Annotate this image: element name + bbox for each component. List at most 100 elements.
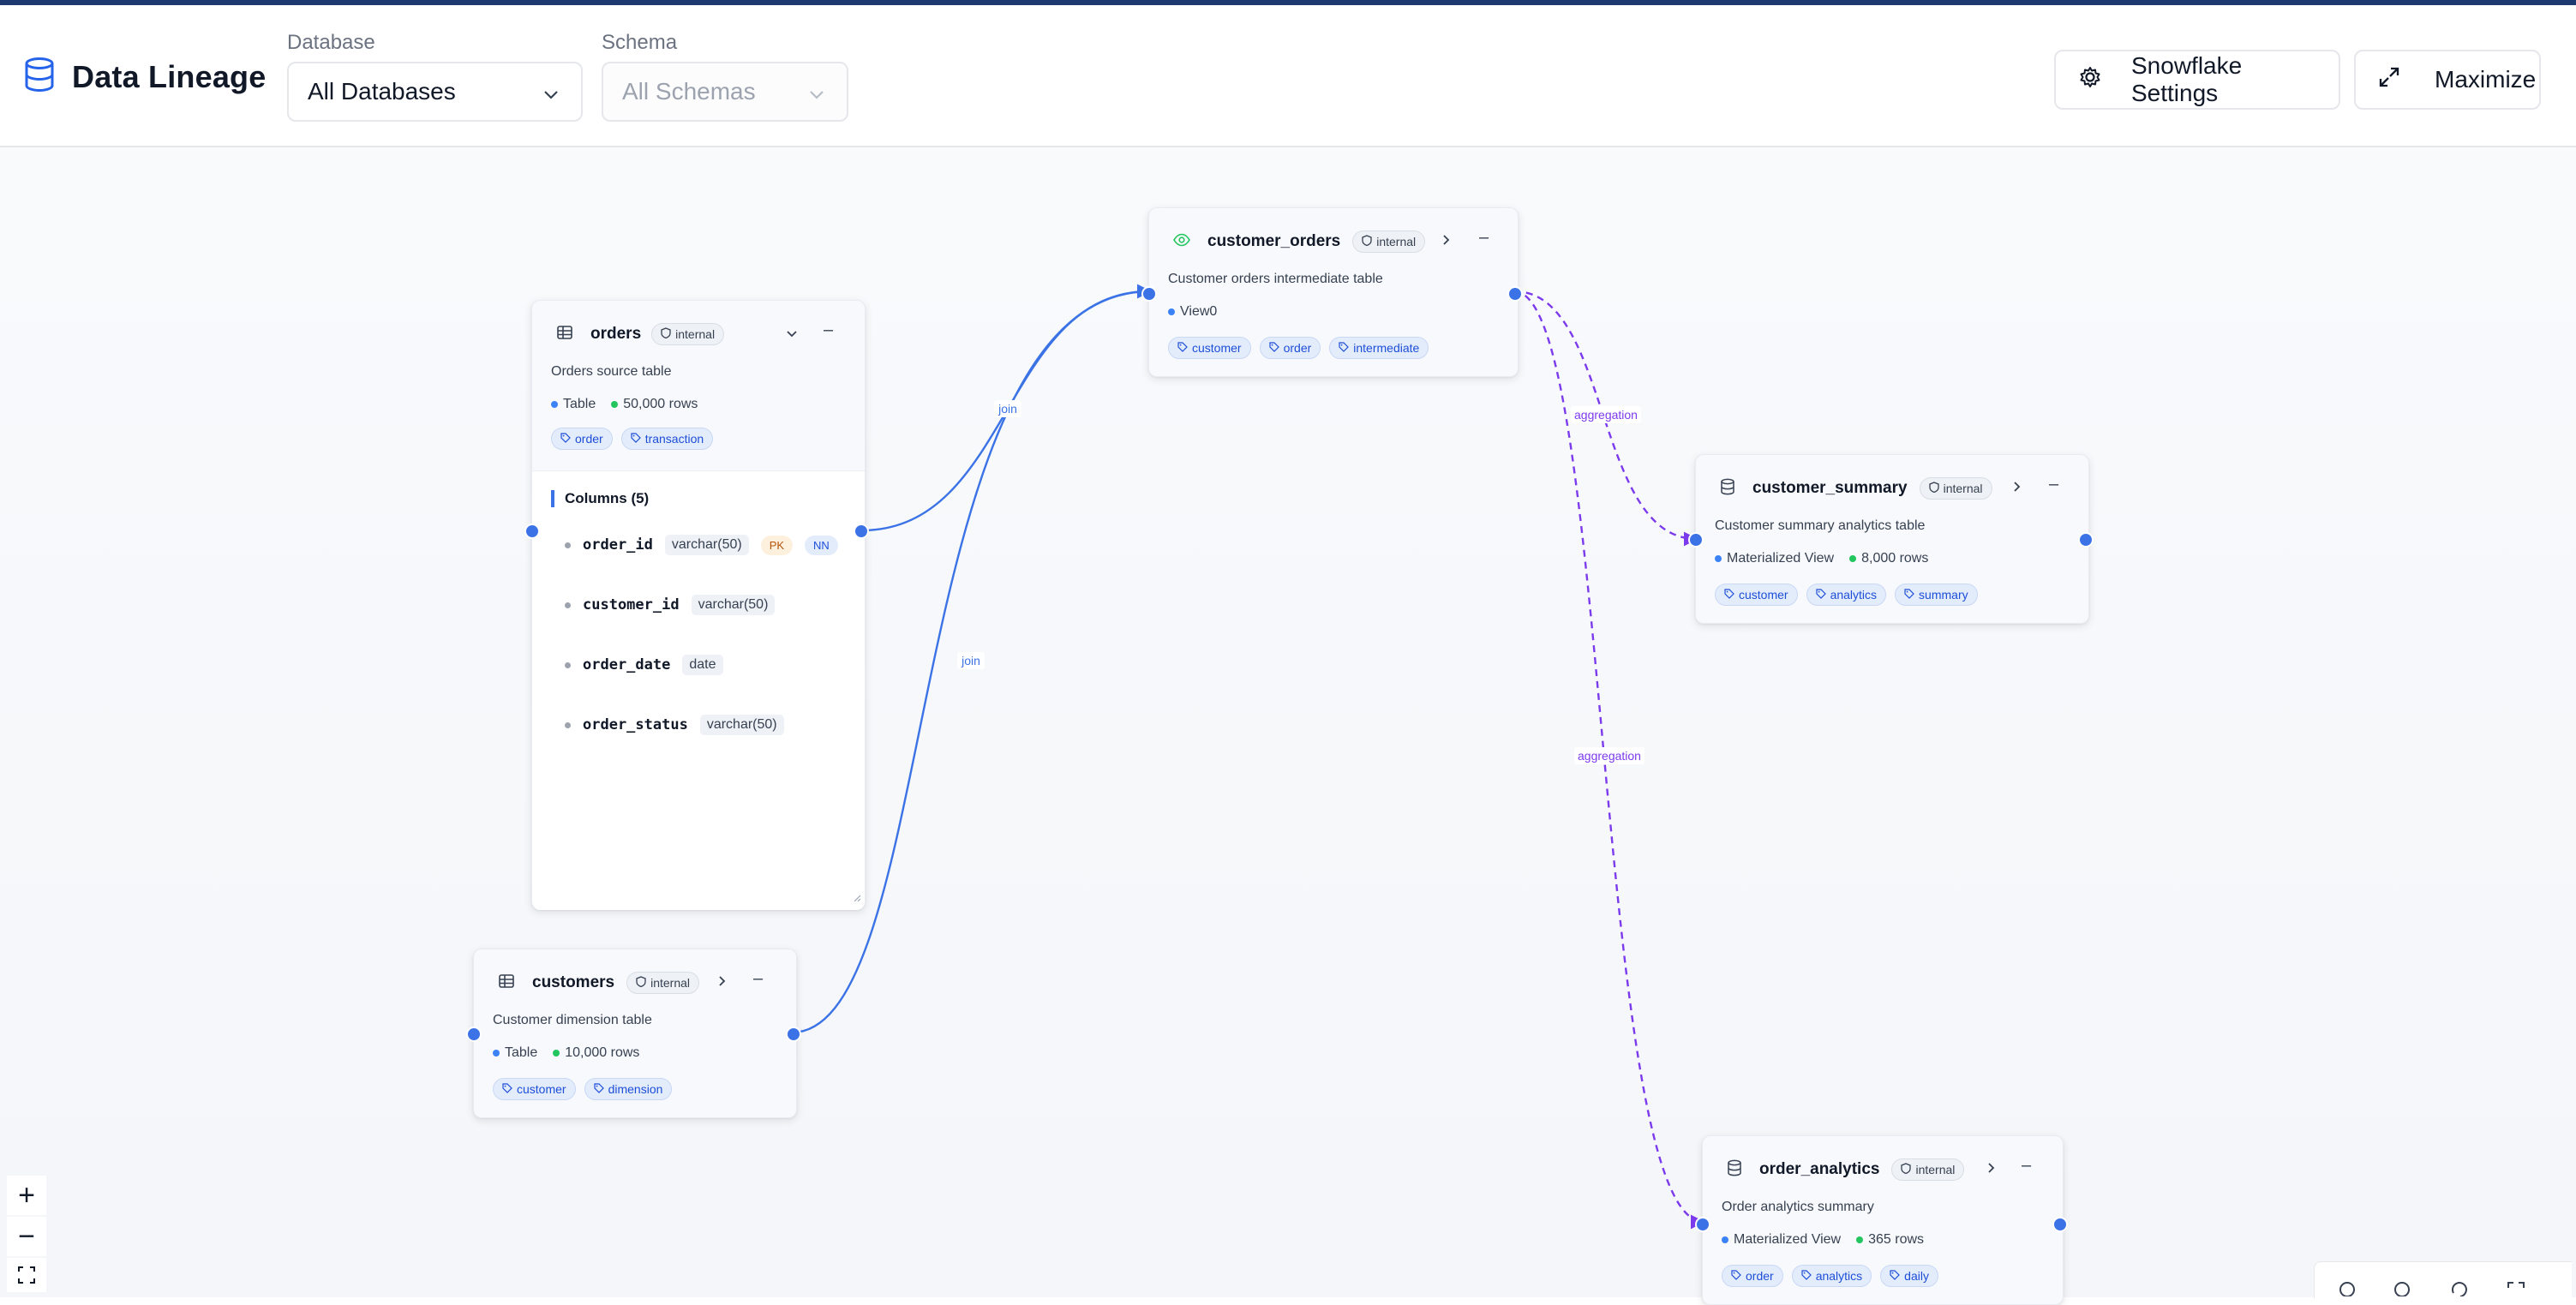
zoom-out-icon[interactable] — [2339, 1281, 2357, 1301]
tag-order[interactable]: order — [1259, 337, 1321, 359]
tag-intermediate[interactable]: intermediate — [1329, 337, 1429, 359]
maximize-label: Maximize — [2435, 66, 2537, 93]
tag-icon — [593, 1082, 604, 1096]
tag-analytics[interactable]: analytics — [1791, 1265, 1872, 1287]
node-title: customer_summary — [1752, 479, 1908, 497]
tag-list: customer analytics summary — [1715, 584, 1978, 606]
source-handle[interactable] — [2052, 1217, 2068, 1232]
internal-badge-label: internal — [1915, 1163, 1956, 1176]
expand-chevron-icon[interactable] — [715, 974, 728, 991]
node-customers[interactable]: customers internal – Customer dimension … — [466, 949, 801, 1118]
node-customer-summary[interactable]: customer_summary internal – Customer sum… — [1688, 454, 2094, 624]
minimize-icon[interactable]: – — [753, 970, 763, 987]
minimap-toolbar[interactable] — [2314, 1261, 2572, 1298]
fit-view-icon — [17, 1259, 36, 1292]
target-handle[interactable] — [466, 1027, 482, 1042]
minimize-icon[interactable]: – — [824, 321, 833, 338]
expand-chevron-icon[interactable] — [1984, 1161, 1998, 1178]
tag-icon — [1904, 588, 1914, 602]
resize-handle-icon[interactable] — [853, 891, 861, 907]
tag-order[interactable]: order — [551, 428, 613, 450]
edge-label-join-1: join — [994, 400, 1021, 417]
minimize-icon[interactable]: – — [2049, 476, 2058, 493]
tag-icon — [502, 1082, 512, 1096]
target-handle[interactable] — [524, 524, 540, 539]
column-dot — [565, 602, 571, 608]
node-order-analytics[interactable]: order_analytics internal – Order analyti… — [1695, 1135, 2068, 1305]
internal-badge: internal — [1919, 477, 1992, 500]
tag-customer[interactable]: customer — [493, 1078, 576, 1100]
expand-chevron-icon[interactable] — [1439, 233, 1453, 250]
fullscreen-icon[interactable] — [2507, 1281, 2525, 1301]
chevron-down-icon — [807, 82, 826, 110]
target-handle[interactable] — [1695, 1217, 1710, 1232]
edge-label-aggregation-1-text: aggregation — [1574, 408, 1638, 422]
tag-summary[interactable]: summary — [1895, 584, 1978, 606]
tag-order[interactable]: order — [1722, 1265, 1783, 1287]
column-row-order-status[interactable]: order_status varchar(50) — [565, 715, 784, 735]
tag-label: order — [1283, 341, 1312, 355]
rows-dot — [1849, 554, 1857, 562]
tag-icon — [1801, 1269, 1812, 1283]
source-handle[interactable] — [2078, 532, 2094, 548]
row-count-label: 10,000 rows — [565, 1045, 640, 1060]
node-orders[interactable]: orders internal – Orders source table Ta… — [524, 300, 869, 910]
tag-transaction[interactable]: transaction — [620, 428, 714, 450]
tag-customer[interactable]: customer — [1168, 337, 1251, 359]
minimize-icon[interactable]: – — [1479, 229, 1489, 246]
zoom-out-button[interactable]: − — [7, 1217, 46, 1256]
column-type: varchar(50) — [691, 595, 776, 615]
column-type: date — [682, 655, 723, 675]
edge-label-join-2: join — [957, 652, 985, 669]
source-handle[interactable] — [1507, 286, 1523, 302]
internal-badge: internal — [1891, 1158, 1965, 1181]
type-dot — [1715, 554, 1722, 562]
node-type: View0 — [1168, 304, 1217, 320]
column-row-order-date[interactable]: order_date date — [565, 655, 723, 675]
zoom-in-button[interactable]: + — [7, 1176, 46, 1215]
collapse-chevron-icon[interactable] — [785, 326, 799, 344]
column-dot — [565, 721, 571, 728]
columns-header: Columns (5) — [551, 490, 649, 507]
schema-select[interactable]: All Schemas — [602, 62, 848, 122]
tag-daily[interactable]: daily — [1880, 1265, 1938, 1287]
source-handle[interactable] — [854, 524, 869, 539]
target-handle[interactable] — [1688, 532, 1704, 548]
node-type: Table — [551, 397, 596, 412]
database-icon — [22, 57, 57, 97]
row-count: 50,000 rows — [611, 397, 698, 412]
column-row-order-id[interactable]: order_id varchar(50) PK NN — [565, 535, 838, 555]
database-select[interactable]: All Databases — [287, 62, 583, 122]
lineage-canvas[interactable]: join join aggregation aggregation orders — [0, 147, 2576, 1305]
maximize-button[interactable]: Maximize — [2354, 50, 2541, 110]
column-dot — [565, 661, 571, 668]
zoom-in-icon[interactable] — [2393, 1281, 2412, 1301]
internal-badge-label: internal — [675, 327, 716, 341]
expand-chevron-icon[interactable] — [2010, 480, 2023, 497]
tag-customer[interactable]: customer — [1715, 584, 1798, 606]
node-customer-orders[interactable]: customer_orders internal – Customer orde… — [1141, 207, 1523, 377]
snowflake-settings-button[interactable]: Snowflake Settings — [2054, 50, 2340, 110]
node-type-label: Materialized View — [1727, 551, 1835, 566]
tag-icon — [1339, 341, 1350, 355]
source-handle[interactable] — [786, 1027, 801, 1042]
shield-icon — [1928, 482, 1939, 495]
tag-analytics[interactable]: analytics — [1806, 584, 1887, 606]
shield-icon — [661, 327, 671, 341]
reset-icon[interactable] — [2450, 1281, 2469, 1301]
rows-dot — [1856, 1236, 1864, 1243]
tag-icon — [560, 432, 571, 446]
schema-select-value: All Schemas — [622, 78, 756, 105]
minimize-icon[interactable]: – — [2022, 1157, 2031, 1174]
node-type: Materialized View — [1722, 1232, 1841, 1248]
chevron-down-icon — [542, 82, 560, 110]
pk-badge: PK — [760, 535, 794, 555]
edge-label-join-1-text: join — [997, 402, 1017, 416]
column-dot — [565, 542, 571, 548]
target-handle[interactable] — [1141, 286, 1157, 302]
tag-dimension[interactable]: dimension — [584, 1078, 673, 1100]
tag-label: order — [575, 432, 603, 446]
expand-icon — [2378, 66, 2400, 94]
fit-view-button[interactable] — [7, 1258, 46, 1292]
column-row-customer-id[interactable]: customer_id varchar(50) — [565, 595, 776, 615]
